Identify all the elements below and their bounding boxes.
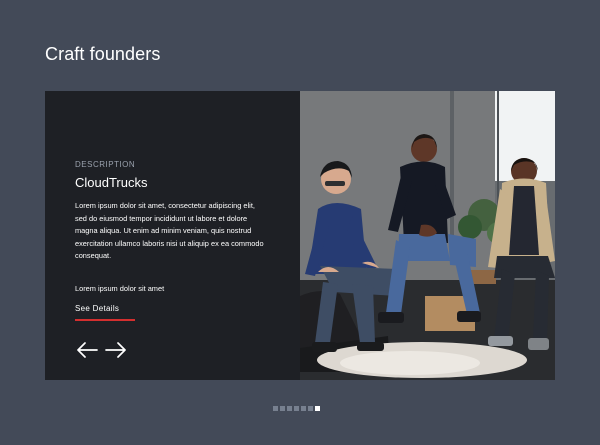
company-name: CloudTrucks	[75, 175, 148, 190]
founders-photo	[300, 91, 555, 380]
arrow-left-icon	[77, 342, 98, 358]
pager-dot[interactable]	[280, 406, 285, 411]
pager-dot-active[interactable]	[315, 406, 320, 411]
next-slide-button[interactable]	[104, 342, 128, 358]
carousel-pagination	[273, 406, 320, 411]
previous-slide-button[interactable]	[75, 342, 99, 358]
pager-dot[interactable]	[287, 406, 292, 411]
see-details-underline	[75, 319, 135, 321]
arrow-right-icon	[105, 342, 126, 358]
description-label: DESCRIPTION	[75, 160, 136, 169]
founders-carousel: DESCRIPTION CloudTrucks Lorem ipsum dolo…	[45, 91, 555, 380]
see-details-link[interactable]: See Details	[75, 304, 119, 313]
pager-dot[interactable]	[273, 406, 278, 411]
section-title: Craft founders	[45, 44, 161, 64]
founders-photo-illustration	[300, 91, 555, 380]
company-description: Lorem ipsum dolor sit amet, consectetur …	[75, 201, 264, 260]
pager-dot[interactable]	[301, 406, 306, 411]
pager-dot[interactable]	[294, 406, 299, 411]
pager-dot[interactable]	[308, 406, 313, 411]
summary-text: Lorem ipsum dolor sit amet	[75, 284, 165, 293]
founder-info-panel: DESCRIPTION CloudTrucks Lorem ipsum dolo…	[45, 91, 300, 380]
